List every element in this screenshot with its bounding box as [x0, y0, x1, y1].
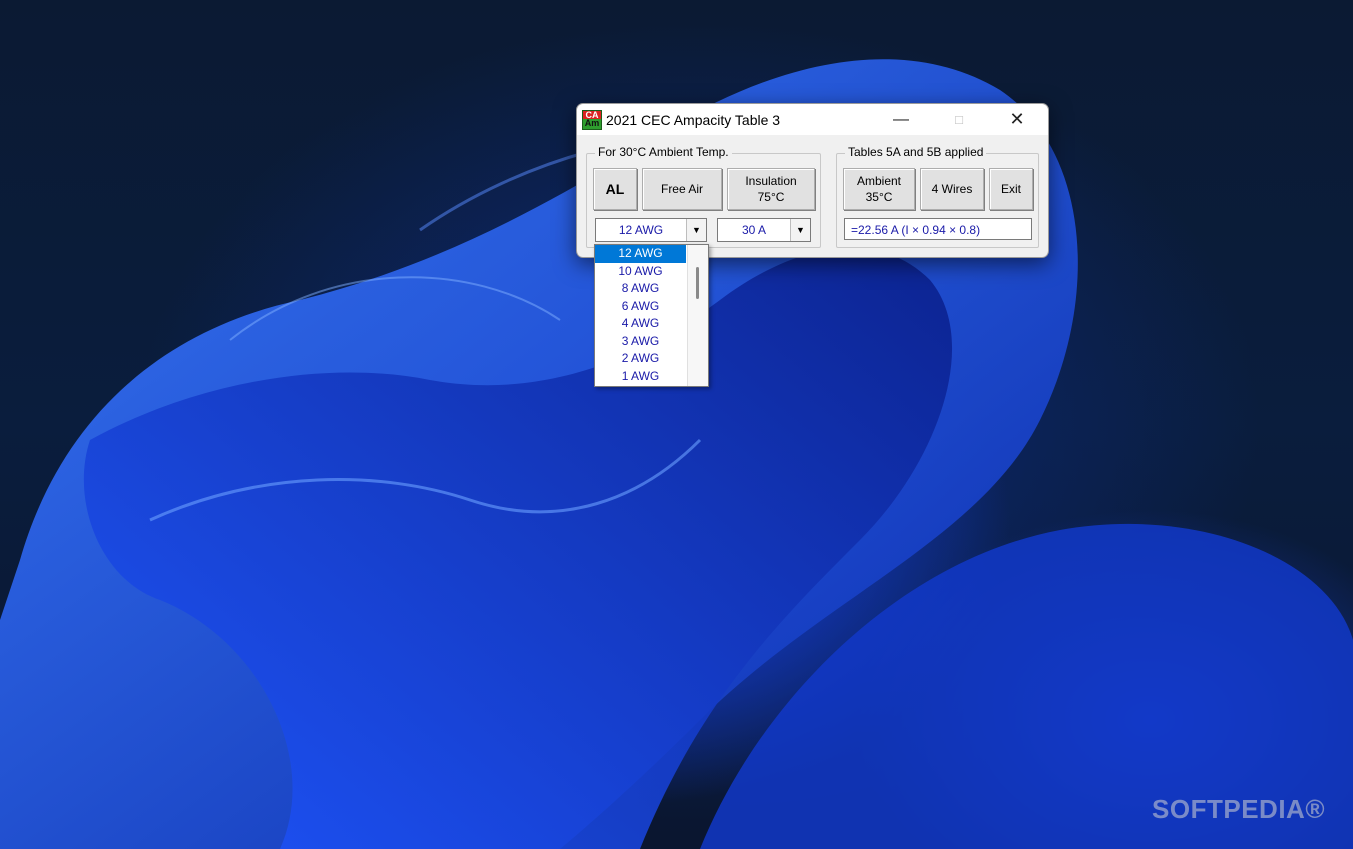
wire-size-combo[interactable]: 12 AWG ▼ [595, 218, 707, 242]
maximize-icon: □ [955, 112, 963, 127]
ambient-temp-group-label: For 30°C Ambient Temp. [595, 145, 732, 159]
maximize-button[interactable]: □ [936, 104, 982, 135]
minimize-button[interactable]: — [878, 104, 924, 135]
wire-size-dropdown-list[interactable]: 12 AWG 10 AWG 8 AWG 6 AWG 4 AWG 3 AWG 2 … [594, 244, 709, 387]
close-icon: ✕ [1009, 109, 1025, 129]
app-window: CA Am 2021 CEC Ampacity Table 3 — □ ✕ Fo… [576, 103, 1049, 258]
list-item[interactable]: 12 AWG [595, 245, 686, 263]
list-item[interactable]: 3 AWG [595, 333, 686, 351]
title-bar[interactable]: CA Am 2021 CEC Ampacity Table 3 — □ ✕ [577, 104, 1048, 135]
list-item[interactable]: 2 AWG [595, 350, 686, 368]
list-item[interactable]: 1 AWG [595, 368, 686, 386]
ambient-button[interactable]: Ambient 35°C [843, 168, 915, 210]
chevron-down-icon[interactable]: ▼ [790, 219, 810, 241]
window-title: 2021 CEC Ampacity Table 3 [606, 112, 781, 128]
app-icon-bottom: Am [584, 118, 600, 128]
app-icon: CA Am [582, 110, 602, 130]
free-air-button[interactable]: Free Air [642, 168, 722, 210]
tables-applied-group-label: Tables 5A and 5B applied [845, 145, 987, 159]
list-item[interactable]: 4 AWG [595, 315, 686, 333]
chevron-down-icon[interactable]: ▼ [686, 219, 706, 241]
dropdown-scrollbar[interactable] [687, 245, 708, 386]
result-field: =22.56 A (I × 0.94 × 0.8) [844, 218, 1032, 240]
list-item[interactable]: 8 AWG [595, 280, 686, 298]
insulation-button[interactable]: Insulation 75°C [727, 168, 815, 210]
scrollbar-thumb[interactable] [696, 267, 699, 299]
minimize-icon: — [893, 111, 909, 128]
exit-button[interactable]: Exit [989, 168, 1033, 210]
close-button[interactable]: ✕ [994, 104, 1040, 135]
ampacity-value: 30 A [741, 223, 767, 237]
softpedia-watermark: SOFTPEDIA® [1152, 794, 1325, 824]
wire-size-value: 12 AWG [618, 223, 664, 237]
wires-button[interactable]: 4 Wires [920, 168, 984, 210]
list-item[interactable]: 6 AWG [595, 298, 686, 316]
list-item[interactable]: 10 AWG [595, 263, 686, 281]
al-button[interactable]: AL [593, 168, 637, 210]
ampacity-combo[interactable]: 30 A ▼ [717, 218, 811, 242]
